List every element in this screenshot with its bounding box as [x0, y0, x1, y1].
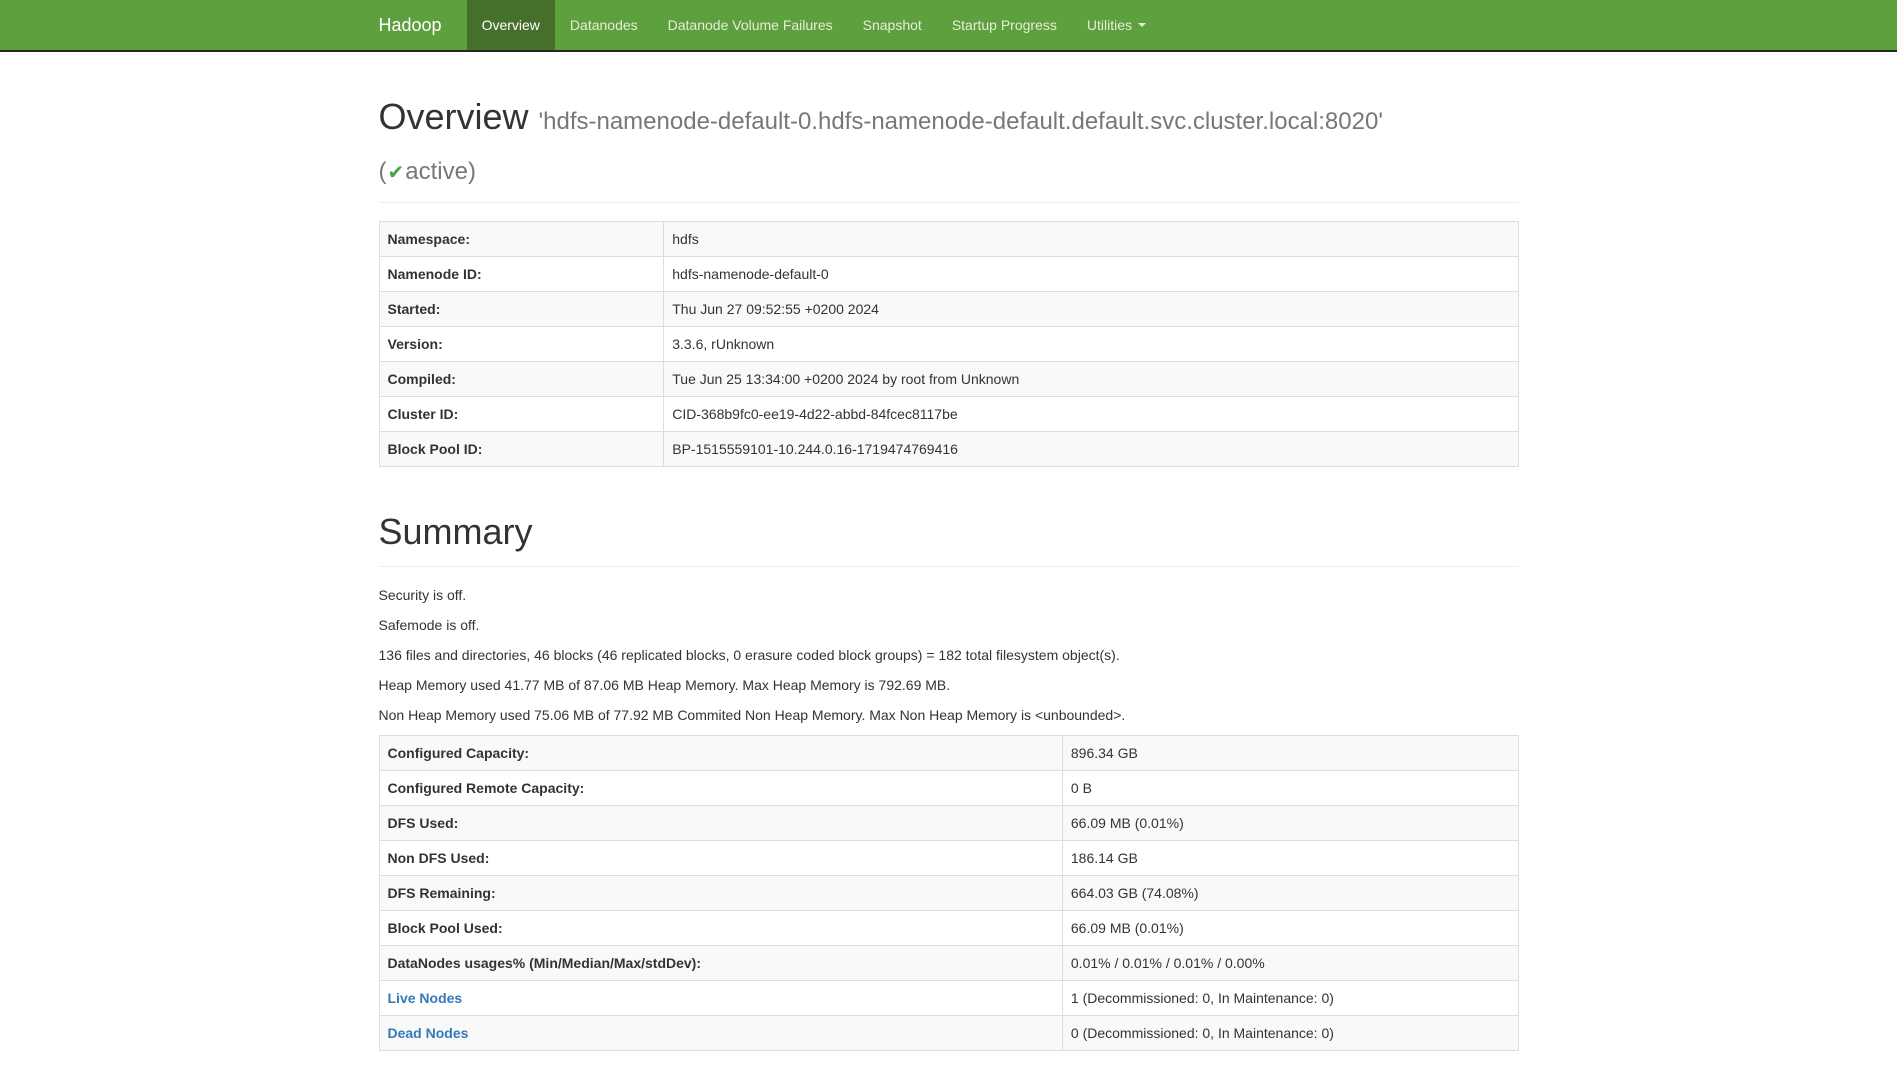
dead-nodes-link[interactable]: Dead Nodes — [388, 1025, 469, 1041]
page-title-text: Overview — [379, 96, 529, 137]
page-header: Overview 'hdfs-namenode-default-0.hdfs-n… — [379, 92, 1519, 203]
row-value: 186.14 GB — [1062, 841, 1518, 876]
row-label: Configured Capacity: — [379, 736, 1062, 771]
table-row-configured-capacity: Configured Capacity: 896.34 GB — [379, 736, 1518, 771]
summary-line-security: Security is off. — [379, 585, 1519, 605]
table-row-dfs-remaining: DFS Remaining: 664.03 GB (74.08%) — [379, 876, 1518, 911]
table-row-compiled: Compiled: Tue Jun 25 13:34:00 +0200 2024… — [379, 361, 1518, 396]
namenode-status: (✔active) — [379, 158, 476, 185]
summary-line-filesystem-objects: 136 files and directories, 46 blocks (46… — [379, 645, 1519, 665]
row-value: BP-1515559101-10.244.0.16-1719474769416 — [664, 431, 1518, 466]
nav-item-startup-progress[interactable]: Startup Progress — [937, 0, 1072, 50]
table-row-block-pool-id: Block Pool ID: BP-1515559101-10.244.0.16… — [379, 431, 1518, 466]
table-row-namespace: Namespace: hdfs — [379, 221, 1518, 256]
nav-item-snapshot[interactable]: Snapshot — [848, 0, 937, 50]
row-label: Configured Remote Capacity: — [379, 771, 1062, 806]
check-icon: ✔ — [387, 162, 406, 184]
table-row-started: Started: Thu Jun 27 09:52:55 +0200 2024 — [379, 291, 1518, 326]
row-label: Namenode ID: — [379, 256, 664, 291]
row-label: Cluster ID: — [379, 396, 664, 431]
row-value: 664.03 GB (74.08%) — [1062, 876, 1518, 911]
caret-down-icon — [1138, 23, 1146, 27]
row-value: Tue Jun 25 13:34:00 +0200 2024 by root f… — [664, 361, 1518, 396]
page-title: Overview 'hdfs-namenode-default-0.hdfs-n… — [379, 92, 1519, 193]
nav-link-datanode-volume-failures[interactable]: Datanode Volume Failures — [653, 0, 848, 50]
table-row-version: Version: 3.3.6, rUnknown — [379, 326, 1518, 361]
row-value: 0 B — [1062, 771, 1518, 806]
row-value: hdfs — [664, 221, 1518, 256]
row-value: CID-368b9fc0-ee19-4d22-abbd-84fcec8117be — [664, 396, 1518, 431]
nav-link-snapshot[interactable]: Snapshot — [848, 0, 937, 50]
row-value: Thu Jun 27 09:52:55 +0200 2024 — [664, 291, 1518, 326]
table-row-dead-nodes: Dead Nodes 0 (Decommissioned: 0, In Main… — [379, 1016, 1518, 1051]
row-value: 66.09 MB (0.01%) — [1062, 806, 1518, 841]
utilities-label: Utilities — [1087, 17, 1132, 33]
summary-line-safemode: Safemode is off. — [379, 615, 1519, 635]
row-label: Non DFS Used: — [379, 841, 1062, 876]
table-row-dfs-used: DFS Used: 66.09 MB (0.01%) — [379, 806, 1518, 841]
nav-link-startup-progress[interactable]: Startup Progress — [937, 0, 1072, 50]
status-label: active) — [405, 158, 476, 185]
nav-link-datanodes[interactable]: Datanodes — [555, 0, 653, 50]
nav-item-datanode-volume-failures[interactable]: Datanode Volume Failures — [653, 0, 848, 50]
row-value: 1 (Decommissioned: 0, In Maintenance: 0) — [1062, 981, 1518, 1016]
nav-link-overview[interactable]: Overview — [467, 0, 555, 50]
summary-line-heap-memory: Heap Memory used 41.77 MB of 87.06 MB He… — [379, 675, 1519, 695]
row-label: DFS Used: — [379, 806, 1062, 841]
metrics-table: Configured Capacity: 896.34 GB Configure… — [379, 735, 1519, 1051]
row-value: 0.01% / 0.01% / 0.01% / 0.00% — [1062, 946, 1518, 981]
row-label: Version: — [379, 326, 664, 361]
summary-section: Summary Security is off. Safemode is off… — [379, 507, 1519, 1051]
summary-lines: Security is off. Safemode is off. 136 fi… — [379, 585, 1519, 725]
row-value: 66.09 MB (0.01%) — [1062, 911, 1518, 946]
nav-link-utilities[interactable]: Utilities — [1072, 0, 1161, 50]
table-row-datanodes-usages: DataNodes usages% (Min/Median/Max/stdDev… — [379, 946, 1518, 981]
summary-header: Summary — [379, 507, 1519, 567]
navbar: Hadoop Overview Datanodes Datanode Volum… — [0, 0, 1897, 52]
row-label: DFS Remaining: — [379, 876, 1062, 911]
row-label: Block Pool Used: — [379, 911, 1062, 946]
hadoop-namenode-page: Hadoop Overview Datanodes Datanode Volum… — [0, 0, 1897, 1077]
table-row-block-pool-used: Block Pool Used: 66.09 MB (0.01%) — [379, 911, 1518, 946]
row-label: DataNodes usages% (Min/Median/Max/stdDev… — [379, 946, 1062, 981]
row-value: 0 (Decommissioned: 0, In Maintenance: 0) — [1062, 1016, 1518, 1051]
nav-item-utilities-dropdown[interactable]: Utilities — [1072, 0, 1161, 50]
table-row-namenode-id: Namenode ID: hdfs-namenode-default-0 — [379, 256, 1518, 291]
navbar-menu: Overview Datanodes Datanode Volume Failu… — [467, 0, 1161, 50]
row-label: Block Pool ID: — [379, 431, 664, 466]
brand-hadoop[interactable]: Hadoop — [379, 0, 457, 50]
row-label: Namespace: — [379, 221, 664, 256]
row-label: Compiled: — [379, 361, 664, 396]
table-row-cluster-id: Cluster ID: CID-368b9fc0-ee19-4d22-abbd-… — [379, 396, 1518, 431]
row-value: 3.3.6, rUnknown — [664, 326, 1518, 361]
overview-table: Namespace: hdfs Namenode ID: hdfs-nameno… — [379, 221, 1519, 467]
nav-item-overview[interactable]: Overview — [467, 0, 555, 50]
row-label: Dead Nodes — [379, 1016, 1062, 1051]
nav-item-datanodes[interactable]: Datanodes — [555, 0, 653, 50]
row-value: 896.34 GB — [1062, 736, 1518, 771]
namenode-address: 'hdfs-namenode-default-0.hdfs-namenode-d… — [539, 108, 1383, 135]
row-label: Started: — [379, 291, 664, 326]
summary-title: Summary — [379, 507, 1519, 557]
table-row-configured-remote-capacity: Configured Remote Capacity: 0 B — [379, 771, 1518, 806]
row-value: hdfs-namenode-default-0 — [664, 256, 1518, 291]
row-label: Live Nodes — [379, 981, 1062, 1016]
live-nodes-link[interactable]: Live Nodes — [388, 990, 463, 1006]
summary-line-non-heap-memory: Non Heap Memory used 75.06 MB of 77.92 M… — [379, 705, 1519, 725]
table-row-live-nodes: Live Nodes 1 (Decommissioned: 0, In Main… — [379, 981, 1518, 1016]
table-row-non-dfs-used: Non DFS Used: 186.14 GB — [379, 841, 1518, 876]
